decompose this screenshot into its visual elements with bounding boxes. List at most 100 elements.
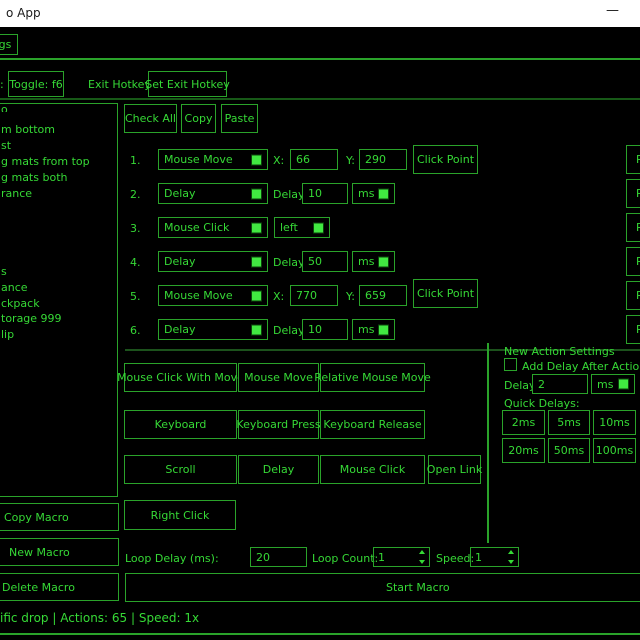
x-label: X: [273, 154, 284, 167]
action-type-value: Delay [164, 255, 196, 268]
relative-mouse-move-button[interactable]: Relative Mouse Move [320, 363, 425, 392]
set-exit-hotkey-button[interactable]: Set Exit Hotkey [148, 71, 227, 97]
delay-button[interactable]: Delay [238, 455, 319, 484]
click-point-label: Click Point [417, 153, 474, 166]
action-type-dropdown[interactable]: Mouse Move [158, 149, 268, 170]
delay-input[interactable] [302, 319, 348, 340]
copy-button[interactable]: Copy [181, 104, 216, 133]
nas-unit-dropdown[interactable]: ms [591, 374, 635, 394]
remove-action-button[interactable]: R [626, 213, 640, 242]
x-input[interactable] [290, 149, 338, 170]
list-item[interactable]: ance [1, 281, 28, 294]
keyboard-button[interactable]: Keyboard [124, 410, 237, 439]
loop-delay-input[interactable] [250, 547, 307, 567]
quick-delay-2ms-button[interactable]: 2ms [502, 410, 545, 435]
quick-delay-10ms-button[interactable]: 10ms [593, 410, 636, 435]
start-macro-button[interactable]: Start Macro [125, 573, 640, 602]
new-action-settings-title: New Action Settings [504, 345, 615, 358]
dropdown-indicator-icon [251, 290, 262, 301]
loop-count-stepper[interactable]: 1 [373, 547, 430, 567]
dropdown-indicator-icon [251, 222, 262, 233]
y-label: Y: [346, 290, 355, 303]
row-number: 2. [130, 188, 141, 201]
remove-action-button[interactable]: R [626, 315, 640, 344]
list-item[interactable]: lip [1, 328, 14, 341]
new-macro-button[interactable]: New Macro [0, 538, 119, 566]
mouse-button-dropdown[interactable]: left [274, 217, 330, 238]
list-item[interactable]: m bottom [1, 123, 55, 136]
paste-button[interactable]: Paste [221, 104, 258, 133]
delete-macro-button[interactable]: Delete Macro [0, 573, 119, 601]
delay-input[interactable] [302, 183, 348, 204]
add-delay-checkbox[interactable] [504, 358, 517, 371]
keyboard-release-button[interactable]: Keyboard Release [320, 410, 425, 439]
mouse-click-with-move-button[interactable]: Mouse Click With Move [124, 363, 237, 392]
minimize-icon[interactable]: — [606, 3, 619, 18]
list-item[interactable]: torage 999 [1, 312, 62, 325]
remove-action-button[interactable]: R [626, 247, 640, 276]
unit-value: ms [358, 323, 374, 336]
remove-action-button[interactable]: R [626, 145, 640, 174]
macro-list-panel: o m bottom st g mats from top g mats bot… [0, 103, 118, 497]
click-point-button[interactable]: Click Point [413, 145, 478, 174]
toggle-hotkey-label: : [0, 78, 4, 91]
delay-input[interactable] [302, 251, 348, 272]
delay-label: Delay [273, 188, 305, 201]
scroll-button[interactable]: Scroll [124, 455, 237, 484]
click-point-label: Click Point [417, 287, 474, 300]
dropdown-indicator-icon [378, 256, 389, 267]
set-exit-hotkey-button-label: Set Exit Hotkey [145, 78, 229, 91]
list-item[interactable]: g mats both [1, 171, 67, 184]
loop-count-value: 1 [378, 551, 385, 564]
click-point-button[interactable]: Click Point [413, 279, 478, 308]
action-type-dropdown[interactable]: Mouse Move [158, 285, 268, 306]
quick-delay-5ms-button[interactable]: 5ms [548, 410, 590, 435]
copy-label: Copy [185, 112, 213, 125]
x-input[interactable] [290, 285, 338, 306]
quick-delay-50ms-button[interactable]: 50ms [548, 438, 590, 463]
spinner-arrows-icon[interactable] [419, 550, 425, 564]
action-type-dropdown[interactable]: Mouse Click [158, 217, 268, 238]
keyboard-press-button[interactable]: Keyboard Press [238, 410, 319, 439]
remove-label: R [636, 153, 640, 166]
row-number: 4. [130, 256, 141, 269]
copy-macro-button[interactable]: Copy Macro [0, 503, 119, 531]
toggle-hotkey-button[interactable]: Toggle: f6 [8, 71, 64, 97]
action-type-dropdown[interactable]: Delay [158, 319, 268, 340]
y-input[interactable] [359, 149, 407, 170]
dropdown-indicator-icon [251, 154, 262, 165]
delay-label: Delay [273, 256, 305, 269]
list-item[interactable]: g mats from top [1, 155, 90, 168]
open-link-button[interactable]: Open Link [428, 455, 481, 484]
unit-dropdown[interactable]: ms [352, 183, 395, 204]
tab-settings[interactable]: gs [0, 34, 18, 55]
list-item[interactable]: o [1, 103, 8, 112]
row-number: 6. [130, 324, 141, 337]
unit-dropdown[interactable]: ms [352, 251, 395, 272]
unit-dropdown[interactable]: ms [352, 319, 395, 340]
quick-delay-100ms-button[interactable]: 100ms [593, 438, 636, 463]
mouse-click-button[interactable]: Mouse Click [320, 455, 425, 484]
quick-delay-20ms-button[interactable]: 20ms [502, 438, 545, 463]
spinner-arrows-icon[interactable] [508, 550, 514, 564]
remove-action-button[interactable]: R [626, 281, 640, 310]
y-input[interactable] [359, 285, 407, 306]
list-item[interactable]: s [1, 265, 7, 278]
action-type-dropdown[interactable]: Delay [158, 183, 268, 204]
list-item[interactable]: st [1, 139, 11, 152]
y-label: Y: [346, 154, 355, 167]
remove-action-button[interactable]: R [626, 179, 640, 208]
remove-label: R [636, 187, 640, 200]
check-all-button[interactable]: Check All [124, 104, 177, 133]
app-window: o App — gs : Toggle: f6 Exit Hotkey: Set… [0, 0, 640, 640]
exit-hotkey-label: Exit Hotkey: [88, 78, 154, 91]
nas-delay-input[interactable] [532, 374, 588, 394]
list-item[interactable]: rance [1, 187, 32, 200]
dropdown-indicator-icon [618, 379, 629, 390]
list-item[interactable]: ckpack [1, 297, 40, 310]
mouse-move-button[interactable]: Mouse Move [238, 363, 319, 392]
action-type-dropdown[interactable]: Delay [158, 251, 268, 272]
speed-stepper[interactable]: 1 [470, 547, 519, 567]
action-type-value: Delay [164, 187, 196, 200]
right-click-button[interactable]: Right Click [124, 500, 236, 530]
